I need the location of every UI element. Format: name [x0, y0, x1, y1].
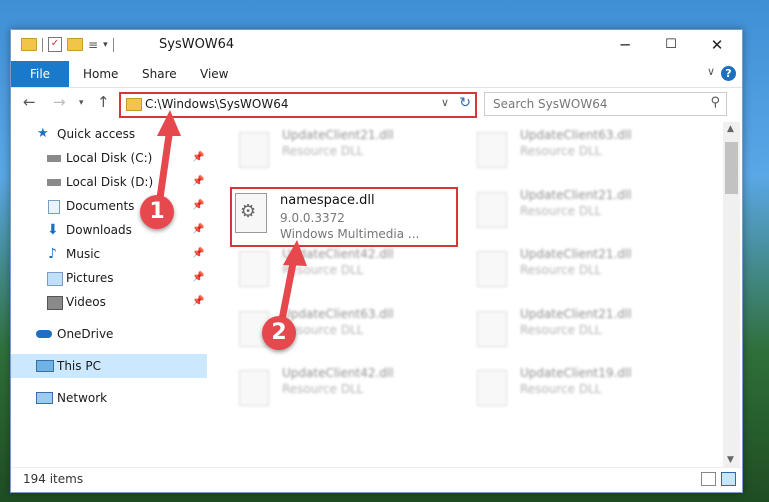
annotation-arrows [154, 110, 307, 334]
step-1-badge: 1 [140, 195, 174, 229]
arrow-1-head [157, 110, 181, 136]
step-2-badge: 2 [262, 316, 296, 350]
arrow-2-head [283, 240, 307, 266]
